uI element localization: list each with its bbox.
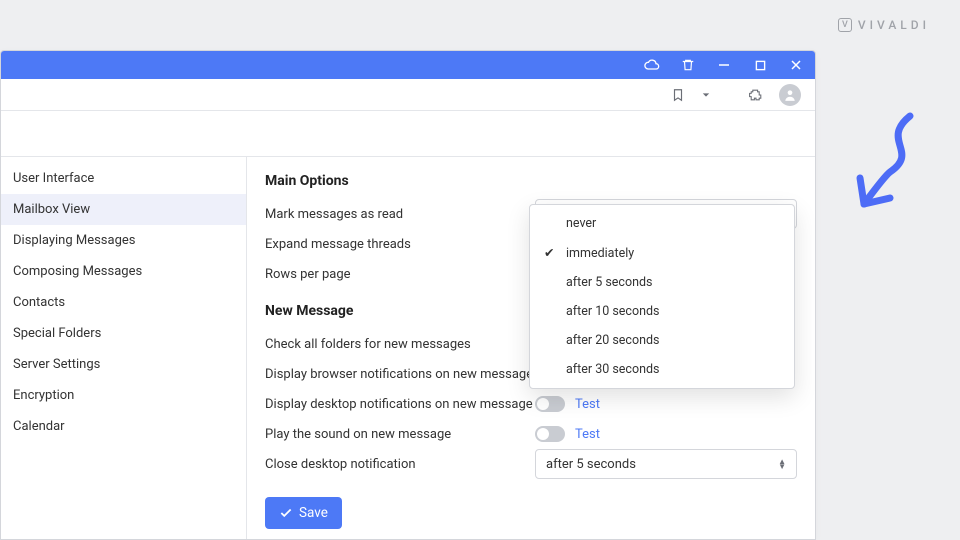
vivaldi-logo-icon: V [838,18,852,32]
brand-text: VIVALDI [858,18,930,32]
sidebar-item-contacts[interactable]: Contacts [1,287,246,318]
option-label: after 20 seconds [566,333,660,348]
expand-threads-label: Expand message threads [265,237,535,252]
save-button-label: Save [299,505,328,521]
save-button[interactable]: Save [265,497,342,529]
option-never[interactable]: never [530,209,794,238]
option-label: after 30 seconds [566,362,660,377]
rows-per-page-label: Rows per page [265,267,535,282]
close-button[interactable] [785,54,807,76]
option-label: after 10 seconds [566,304,660,319]
sidebar-item-server-settings[interactable]: Server Settings [1,349,246,380]
section-main-options-title: Main Options [265,173,797,189]
brand-label: V VIVALDI [838,18,930,32]
desktop-notif-label: Display desktop notifications on new mes… [265,397,535,412]
profile-avatar[interactable] [779,84,801,106]
option-after-5-seconds[interactable]: after 5 seconds [530,268,794,297]
mark-read-label: Mark messages as read [265,207,535,222]
extensions-icon[interactable] [747,86,765,104]
settings-sidebar: User Interface Mailbox View Displaying M… [1,157,247,539]
bookmark-icon[interactable] [669,86,687,104]
option-immediately[interactable]: ✔ immediately [530,238,794,268]
cloud-icon[interactable] [641,54,663,76]
play-sound-test-link[interactable]: Test [575,427,600,442]
sidebar-item-encryption[interactable]: Encryption [1,380,246,411]
option-after-10-seconds[interactable]: after 10 seconds [530,297,794,326]
sidebar-item-displaying-messages[interactable]: Displaying Messages [1,225,246,256]
mark-read-dropdown: never ✔ immediately after 5 seconds after… [529,204,795,389]
minimize-button[interactable] [713,54,735,76]
window-titlebar [1,51,815,79]
sidebar-item-calendar[interactable]: Calendar [1,411,246,442]
sidebar-item-composing-messages[interactable]: Composing Messages [1,256,246,287]
desktop-notif-toggle[interactable] [535,396,565,412]
browser-notif-label: Display browser notifications on new mes… [265,367,535,382]
play-sound-toggle[interactable] [535,426,565,442]
trash-icon[interactable] [677,54,699,76]
annotation-arrow-icon [840,110,930,220]
option-label: never [566,216,596,231]
close-notif-label: Close desktop notification [265,457,535,472]
check-all-folders-label: Check all folders for new messages [265,337,535,352]
app-window: User Interface Mailbox View Displaying M… [0,50,816,540]
settings-content: Main Options Mark messages as read immed… [247,157,815,539]
sidebar-item-mailbox-view[interactable]: Mailbox View [1,194,246,225]
check-icon [279,506,293,520]
tab-strip [1,111,815,157]
desktop-notif-test-link[interactable]: Test [575,397,600,412]
close-notif-value: after 5 seconds [546,457,636,472]
check-icon: ✔ [544,245,558,261]
option-label: immediately [566,246,634,261]
option-after-20-seconds[interactable]: after 20 seconds [530,326,794,355]
close-notif-select[interactable]: after 5 seconds ▲▼ [535,449,797,479]
play-sound-label: Play the sound on new message [265,427,535,442]
updown-icon: ▲▼ [778,459,786,469]
option-after-30-seconds[interactable]: after 30 seconds [530,355,794,384]
browser-toolbar [1,79,815,111]
sidebar-item-user-interface[interactable]: User Interface [1,163,246,194]
chevron-down-icon[interactable] [701,86,711,104]
maximize-button[interactable] [749,54,771,76]
sidebar-item-special-folders[interactable]: Special Folders [1,318,246,349]
option-label: after 5 seconds [566,275,652,290]
